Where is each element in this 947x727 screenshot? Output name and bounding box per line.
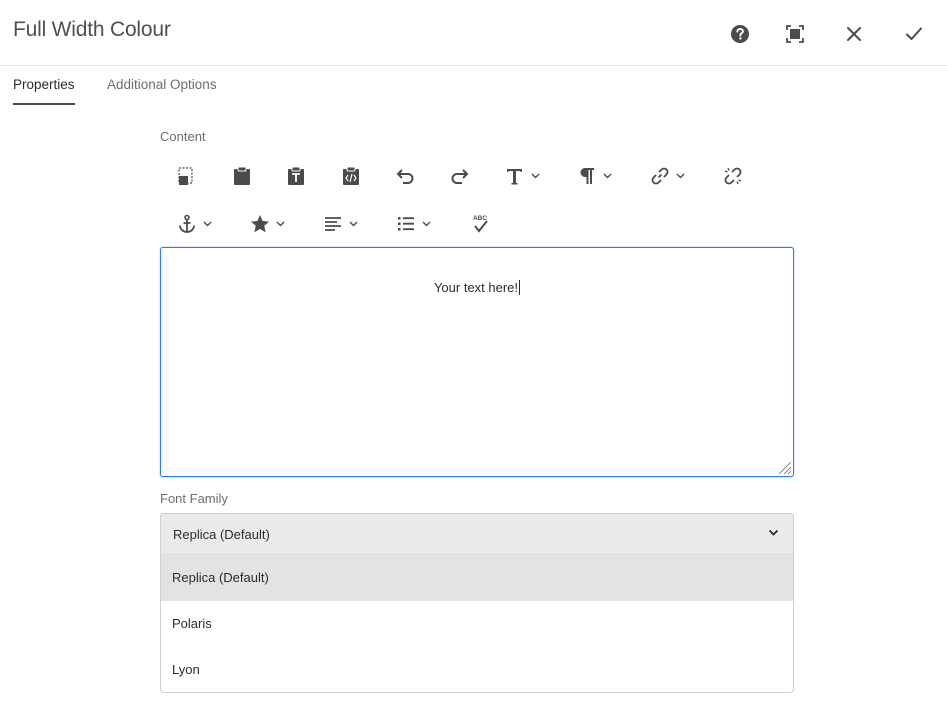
text-format-icon bbox=[507, 169, 522, 185]
font-option-polaris[interactable]: Polaris bbox=[161, 601, 793, 647]
chevron-down-icon bbox=[676, 173, 685, 179]
paste-wordhtml-button[interactable] bbox=[340, 161, 362, 191]
font-option-replica[interactable]: Replica (Default) bbox=[161, 555, 793, 601]
help-button[interactable] bbox=[726, 20, 754, 48]
help-icon bbox=[731, 25, 749, 43]
spellcheck-icon: ABC bbox=[473, 215, 488, 233]
list-dropdown[interactable] bbox=[395, 209, 431, 239]
redo-icon bbox=[451, 169, 469, 184]
link-dropdown[interactable] bbox=[649, 161, 685, 191]
chevron-down-icon bbox=[276, 221, 285, 227]
spellcheck-glyph: ABC bbox=[473, 215, 487, 222]
text-format-dropdown[interactable] bbox=[504, 161, 540, 191]
link-icon bbox=[651, 167, 669, 185]
undo-icon bbox=[396, 169, 414, 184]
close-icon bbox=[847, 27, 861, 41]
chevron-down-icon bbox=[768, 529, 779, 536]
paragraph-dropdown[interactable] bbox=[576, 161, 612, 191]
close-button[interactable] bbox=[840, 20, 868, 48]
fullscreen-button[interactable] bbox=[781, 20, 809, 48]
content-editor[interactable]: Your text here! bbox=[160, 247, 794, 477]
chevron-down-icon bbox=[531, 173, 540, 179]
align-icon bbox=[325, 217, 341, 231]
done-button[interactable] bbox=[900, 20, 928, 48]
unlink-icon bbox=[724, 167, 742, 185]
paste-plain-icon bbox=[234, 166, 250, 185]
redo-button[interactable] bbox=[449, 161, 471, 191]
chevron-down-icon bbox=[603, 173, 612, 179]
unlink-button[interactable] bbox=[722, 161, 744, 191]
resize-handle-icon[interactable] bbox=[776, 459, 792, 475]
chevron-down-icon bbox=[422, 221, 431, 227]
font-family-label: Font Family bbox=[160, 491, 228, 506]
editor-text: Your text here! bbox=[433, 280, 519, 295]
chevron-down-icon bbox=[349, 221, 358, 227]
star-icon bbox=[251, 215, 269, 233]
font-family-select[interactable]: Replica (Default) bbox=[160, 513, 794, 555]
paste-plain-button[interactable] bbox=[231, 161, 253, 191]
chevron-down-icon bbox=[203, 221, 212, 227]
paste-button[interactable] bbox=[176, 161, 198, 191]
paste-icon bbox=[178, 167, 193, 185]
content-label: Content bbox=[160, 129, 206, 144]
tab-additional-options[interactable]: Additional Options bbox=[107, 75, 217, 105]
anchor-icon bbox=[179, 214, 195, 233]
undo-button[interactable] bbox=[394, 161, 416, 191]
paste-wordhtml-icon bbox=[343, 166, 359, 185]
checkmark-icon bbox=[906, 27, 922, 40]
dialog-title: Full Width Colour bbox=[13, 18, 171, 41]
font-family-selected-value: Replica (Default) bbox=[173, 527, 270, 542]
paste-text-icon bbox=[288, 166, 304, 185]
special-chars-dropdown[interactable] bbox=[249, 209, 285, 239]
paragraph-icon bbox=[580, 168, 594, 184]
font-option-lyon[interactable]: Lyon bbox=[161, 647, 793, 692]
editor-text-line: Your text here! bbox=[161, 280, 793, 295]
dialog-header: Full Width Colour bbox=[0, 0, 947, 66]
spellcheck-button[interactable]: ABC bbox=[469, 209, 491, 239]
list-icon bbox=[398, 217, 414, 231]
text-caret bbox=[519, 280, 521, 295]
align-dropdown[interactable] bbox=[322, 209, 358, 239]
anchor-dropdown[interactable] bbox=[176, 209, 212, 239]
fullscreen-icon bbox=[786, 25, 804, 43]
tab-properties[interactable]: Properties bbox=[13, 75, 75, 105]
paste-text-button[interactable] bbox=[285, 161, 307, 191]
font-family-listbox: Replica (Default) Polaris Lyon bbox=[160, 554, 794, 693]
